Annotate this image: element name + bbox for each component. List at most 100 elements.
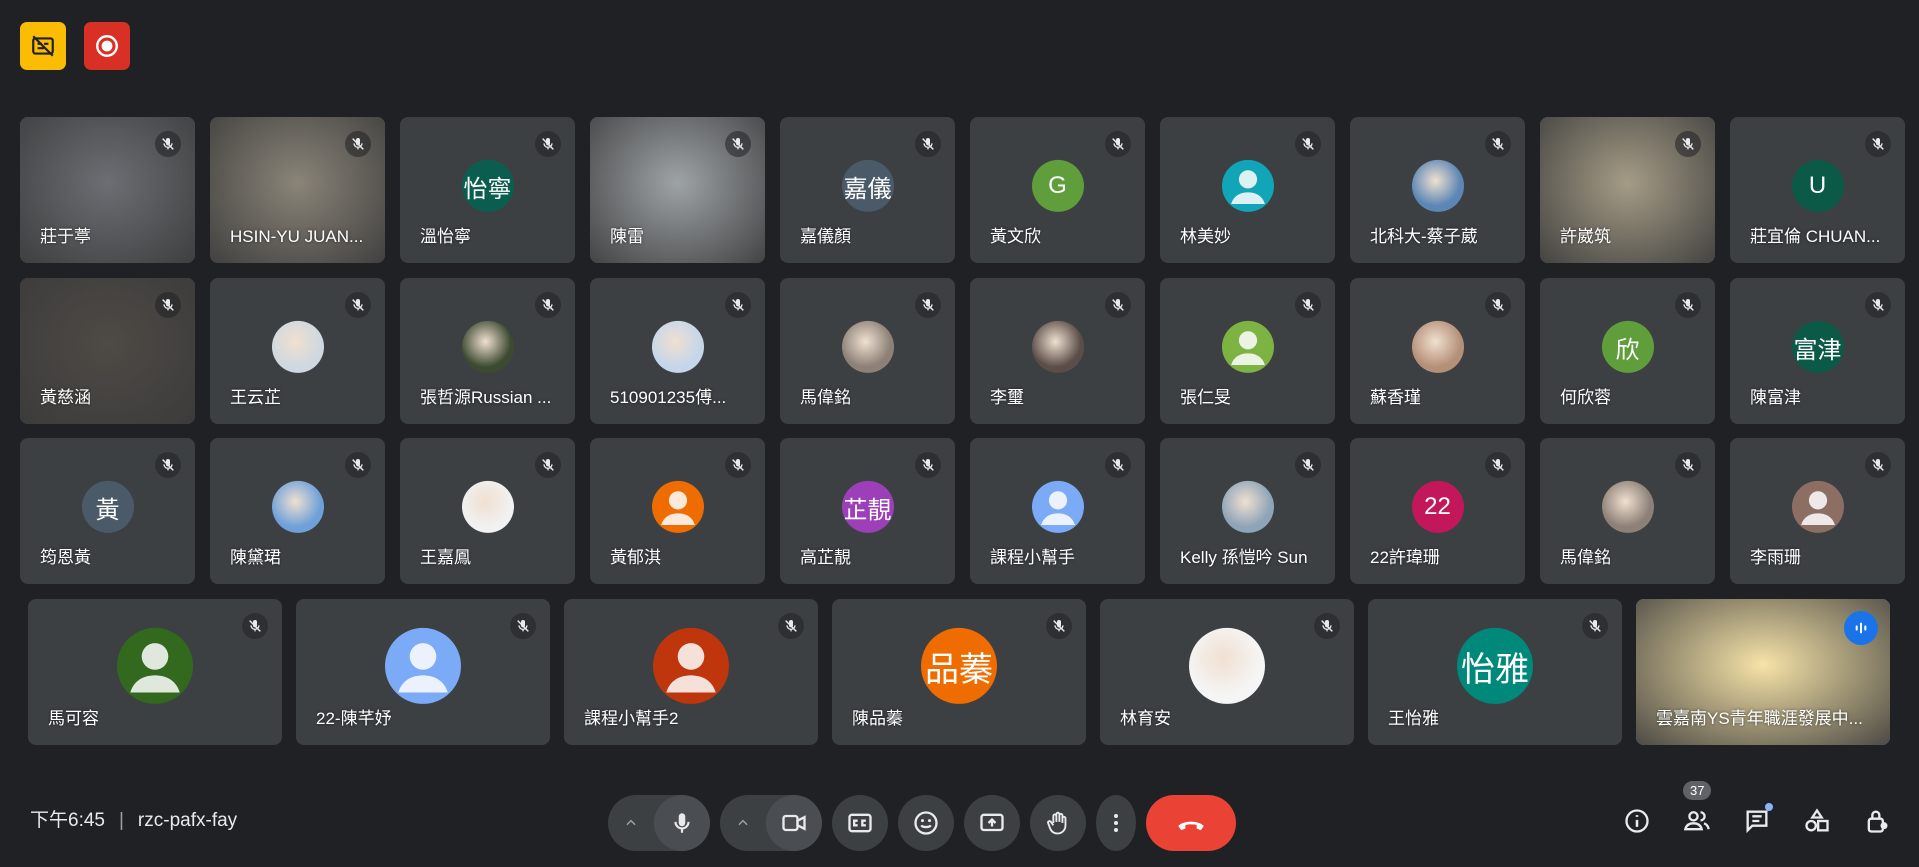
captions-button[interactable]	[832, 795, 888, 851]
participant-avatar: G	[1031, 159, 1084, 212]
participant-avatar: 黃	[81, 480, 134, 533]
participant-tile[interactable]: 馬偉銘	[1540, 438, 1715, 584]
participant-tile[interactable]: G 黃文欣	[970, 117, 1145, 263]
activities-button[interactable]	[1797, 801, 1837, 841]
participant-name: 北科大-蔡子葳	[1370, 227, 1478, 246]
participant-tile[interactable]: 22-陳芊妤	[296, 599, 550, 745]
mic-off-icon	[345, 131, 371, 157]
chat-icon	[1746, 810, 1768, 834]
participant-name: 22-陳芊妤	[316, 709, 392, 728]
mic-off-icon	[1675, 292, 1701, 318]
participant-tile[interactable]: 富津 陳富津	[1730, 278, 1905, 424]
participant-tile[interactable]: 李雨珊	[1730, 438, 1905, 584]
participant-name: 馬偉銘	[800, 388, 851, 407]
audio-options-button[interactable]	[608, 795, 654, 851]
participant-tile[interactable]: 黃筠恩黃	[20, 438, 195, 584]
mic-off-icon	[535, 292, 561, 318]
participant-tile[interactable]: 黃郁淇	[590, 438, 765, 584]
participant-tile[interactable]: 李璽	[970, 278, 1145, 424]
record-icon	[96, 35, 118, 57]
participant-tile[interactable]: 莊于葶	[20, 117, 195, 263]
participant-avatar: 22	[1411, 480, 1464, 533]
participant-tile[interactable]: 王嘉鳳	[400, 438, 575, 584]
video-options-button[interactable]	[720, 795, 766, 851]
participant-avatar: 嘉儀	[841, 159, 894, 212]
call-controls	[608, 795, 1236, 851]
present-screen-button[interactable]	[964, 795, 1020, 851]
mic-off-icon	[1105, 131, 1131, 157]
participant-avatar	[271, 320, 324, 373]
participant-name: 王怡雅	[1388, 709, 1439, 728]
participant-avatar: U	[1791, 159, 1844, 212]
more-vertical-icon	[1114, 814, 1118, 832]
meeting-details-button[interactable]	[1617, 801, 1657, 841]
participant-tile[interactable]: 林育安	[1100, 599, 1354, 745]
participant-tile[interactable]: 北科大-蔡子葳	[1350, 117, 1525, 263]
participant-tile[interactable]: 510901235傅...	[590, 278, 765, 424]
camera-button[interactable]	[766, 795, 822, 851]
participant-tile[interactable]: 蘇香瑾	[1350, 278, 1525, 424]
mic-off-icon	[725, 131, 751, 157]
participant-tile[interactable]: 馬偉銘	[780, 278, 955, 424]
participant-avatar	[1221, 480, 1274, 533]
participant-name: 溫怡寧	[420, 227, 471, 246]
participant-avatar	[651, 320, 704, 373]
participant-name: 許崴筑	[1560, 227, 1611, 246]
participant-tile[interactable]: 芷靚 高芷靚	[780, 438, 955, 584]
participant-name: 黃郁淇	[610, 548, 661, 567]
participant-tile[interactable]: 22 22許瑋珊	[1350, 438, 1525, 584]
mic-off-icon	[1485, 452, 1511, 478]
participant-avatar	[271, 480, 324, 533]
participant-tile[interactable]: 課程小幫手	[970, 438, 1145, 584]
participant-tile[interactable]: 課程小幫手2	[564, 599, 818, 745]
raise-hand-button[interactable]	[1030, 795, 1086, 851]
video-camera-icon	[782, 814, 806, 832]
mic-off-icon	[155, 131, 181, 157]
participant-avatar	[117, 627, 193, 704]
mic-off-icon	[1675, 452, 1701, 478]
participant-tile[interactable]: 林美妙	[1160, 117, 1335, 263]
participant-tile[interactable]: 嘉儀嘉儀顏	[780, 117, 955, 263]
mic-off-icon	[1295, 292, 1321, 318]
host-controls-button[interactable]	[1857, 801, 1897, 841]
captions-off-icon	[32, 35, 54, 57]
hang-up-icon	[1178, 821, 1204, 831]
participant-tile[interactable]: 怡寧 溫怡寧	[400, 117, 575, 263]
captions-off-badge[interactable]	[20, 22, 66, 70]
more-options-button[interactable]	[1096, 795, 1136, 851]
info-icon	[1625, 809, 1649, 833]
participant-tile[interactable]: Kelly 孫愷吟 Sun	[1160, 438, 1335, 584]
camera-control-group	[720, 795, 822, 851]
participant-avatar: 品蓁	[921, 627, 997, 704]
mic-off-icon	[1865, 131, 1891, 157]
people-button[interactable]: 37	[1677, 781, 1717, 841]
participant-tile[interactable]: 王云芷	[210, 278, 385, 424]
participant-tile[interactable]: 欣何欣蓉	[1540, 278, 1715, 424]
participant-avatar	[1601, 480, 1654, 533]
mic-off-icon	[725, 292, 751, 318]
reactions-button[interactable]	[898, 795, 954, 851]
participant-tile[interactable]: 雲嘉南YS青年職涯發展中...	[1636, 599, 1890, 745]
chevron-up-icon	[626, 819, 636, 826]
recording-badge[interactable]	[84, 22, 130, 70]
chat-button[interactable]	[1737, 801, 1777, 841]
participant-tile[interactable]: U 莊宜倫 CHUAN...	[1730, 117, 1905, 263]
participant-tile[interactable]: 張哲源Russian ...	[400, 278, 575, 424]
participant-name: 嘉儀顏	[800, 227, 851, 246]
participant-avatar	[1411, 159, 1464, 212]
participant-tile[interactable]: 馬可容	[28, 599, 282, 745]
participant-tile[interactable]: 陳雷	[590, 117, 765, 263]
leave-call-button[interactable]	[1146, 795, 1236, 851]
participant-name: 課程小幫手	[990, 548, 1075, 567]
participant-tile[interactable]: 陳黛珺	[210, 438, 385, 584]
participant-avatar	[461, 480, 514, 533]
participant-tile[interactable]: 黃慈涵	[20, 278, 195, 424]
participant-tile[interactable]: HSIN-YU JUAN...	[210, 117, 385, 263]
participant-name: 22許瑋珊	[1370, 548, 1440, 567]
participant-tile[interactable]: 怡雅 王怡雅	[1368, 599, 1622, 745]
participant-tile[interactable]: 許崴筑	[1540, 117, 1715, 263]
participant-avatar	[1031, 480, 1084, 533]
participant-tile[interactable]: 品蓁 陳品蓁	[832, 599, 1086, 745]
microphone-button[interactable]	[654, 795, 710, 851]
participant-tile[interactable]: 張仁旻	[1160, 278, 1335, 424]
